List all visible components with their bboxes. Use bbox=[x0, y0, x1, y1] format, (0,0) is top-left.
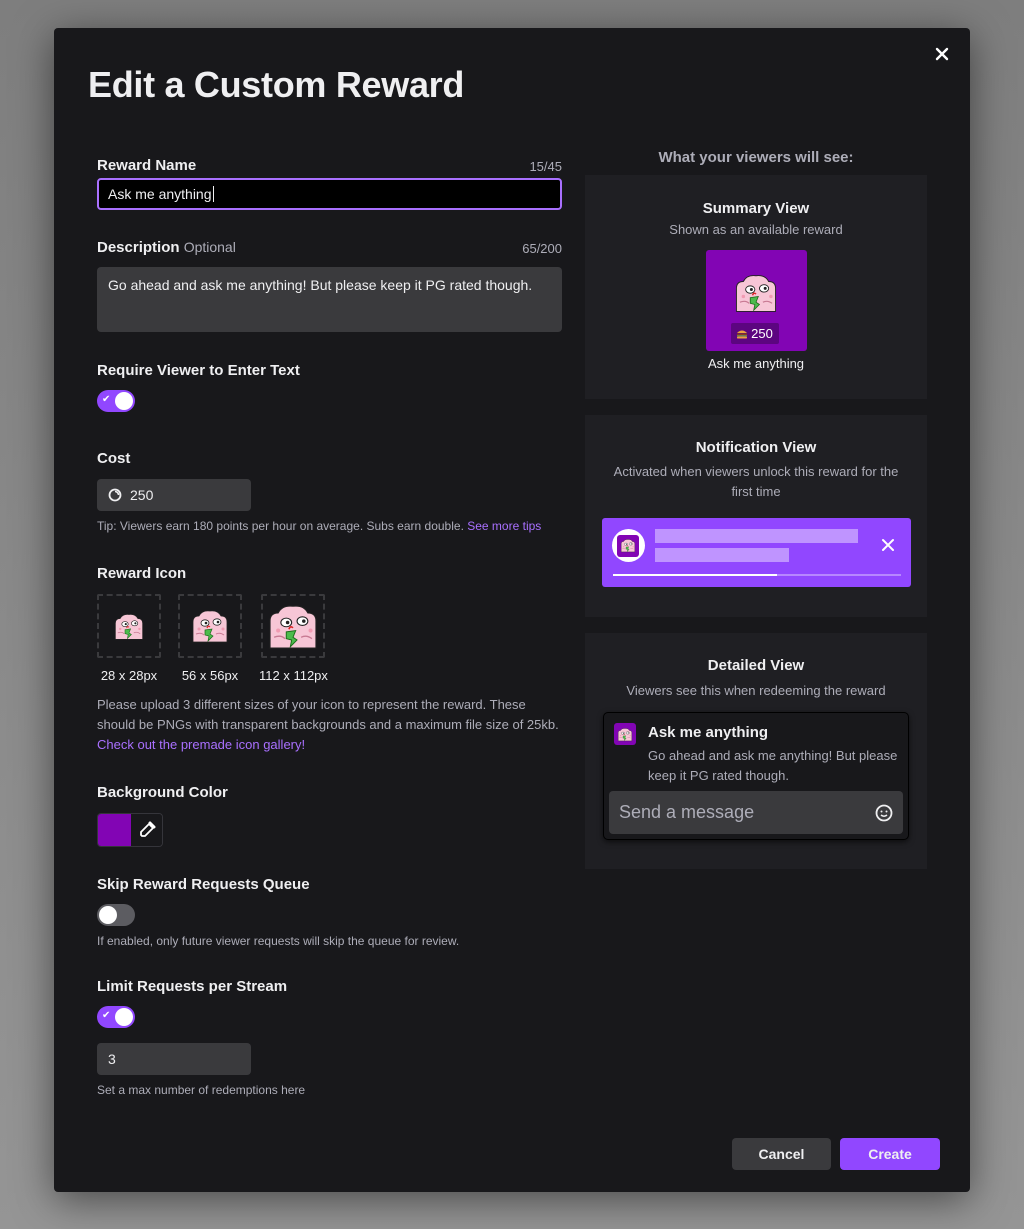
notification-banner bbox=[601, 518, 911, 587]
smiley-icon[interactable] bbox=[875, 804, 893, 822]
icon-gallery-link[interactable]: Check out the premade icon gallery! bbox=[97, 737, 305, 752]
notification-placeholder-line-2 bbox=[654, 548, 789, 562]
description-textarea[interactable]: Go ahead and ask me anything! But please… bbox=[97, 267, 562, 332]
summary-view-subtitle: Shown as an available reward bbox=[669, 222, 843, 237]
modal-title: Edit a Custom Reward bbox=[88, 64, 465, 105]
detailed-reward-description: Go ahead and ask me anything! But please… bbox=[648, 748, 898, 783]
summary-reward-card[interactable]: 250 bbox=[705, 250, 807, 351]
description-label: Description Optional bbox=[97, 239, 236, 256]
notification-reward-icon bbox=[617, 534, 639, 557]
description-counter: 65/200 bbox=[522, 241, 562, 256]
check-icon: ✔ bbox=[102, 394, 111, 405]
color-swatch[interactable] bbox=[98, 814, 131, 846]
cost-label: Cost bbox=[97, 450, 131, 467]
reward-emote-icon bbox=[190, 608, 230, 644]
cost-input[interactable]: 250 bbox=[97, 479, 251, 511]
reward-icon-uploads: 28 x 28px 56 x 56px 112 x 112px bbox=[97, 594, 562, 683]
require-text-toggle[interactable]: ✔ bbox=[97, 390, 135, 412]
cost-tip: Tip: Viewers earn 180 points per hour on… bbox=[97, 517, 562, 536]
close-icon[interactable] bbox=[881, 538, 895, 552]
toggle-knob bbox=[115, 392, 133, 410]
summary-view-title: Summary View bbox=[702, 200, 810, 217]
notification-placeholder-line-1 bbox=[654, 529, 858, 543]
detailed-reward-card: Ask me anything Go ahead and ask me anyt… bbox=[603, 712, 909, 840]
preview-heading: What your viewers will see: bbox=[658, 149, 854, 166]
send-message-input[interactable]: Send a message bbox=[609, 791, 903, 834]
icon-slot-28: 28 x 28px bbox=[97, 594, 161, 683]
check-icon: ✔ bbox=[102, 1010, 111, 1021]
icon-upload-28[interactable] bbox=[97, 594, 161, 658]
notification-view-title: Notification View bbox=[695, 439, 817, 456]
description-optional-label: Optional bbox=[183, 239, 236, 255]
detailed-reward-name: Ask me anything bbox=[648, 724, 769, 741]
notification-view-subtitle: Activated when viewers unlock this rewar… bbox=[613, 464, 899, 499]
skip-queue-label: Skip Reward Requests Queue bbox=[97, 876, 310, 893]
reward-form: Reward Name 15/45 Ask me anything Descri… bbox=[97, 146, 562, 1100]
reward-name-label: Reward Name bbox=[97, 157, 197, 174]
eyedropper-icon bbox=[139, 821, 155, 837]
skip-queue-toggle[interactable] bbox=[97, 904, 135, 926]
detailed-reward-icon bbox=[614, 723, 636, 745]
notification-avatar bbox=[611, 529, 645, 562]
reward-name-counter: 15/45 bbox=[529, 159, 562, 174]
send-message-placeholder: Send a message bbox=[619, 802, 755, 822]
summary-view-panel: Summary View Shown as an available rewar… bbox=[585, 175, 927, 399]
icon-upload-112[interactable] bbox=[261, 594, 326, 658]
create-button[interactable]: Create bbox=[840, 1138, 940, 1170]
icon-slot-112: 112 x 112px bbox=[259, 594, 328, 683]
close-icon bbox=[935, 47, 949, 61]
notification-progress-track bbox=[612, 574, 901, 576]
description-label-text: Description bbox=[97, 239, 180, 256]
background-color-picker[interactable] bbox=[97, 813, 163, 847]
edit-reward-modal: Edit a Custom Reward Reward Name 15/45 A… bbox=[54, 28, 970, 1192]
detailed-view-panel: Detailed View Viewers see this when rede… bbox=[585, 633, 927, 869]
reward-emote-icon bbox=[266, 602, 320, 651]
text-caret bbox=[212, 186, 214, 202]
limit-value: 3 bbox=[108, 1051, 116, 1067]
toggle-knob bbox=[99, 906, 117, 924]
cost-tip-text: Tip: Viewers earn 180 points per hour on… bbox=[97, 519, 464, 533]
eyedropper-button[interactable] bbox=[131, 814, 162, 846]
icon-size-label: 56 x 56px bbox=[181, 668, 239, 683]
channel-points-icon bbox=[108, 488, 122, 502]
viewer-preview: What your viewers will see: Summary View… bbox=[585, 146, 927, 869]
close-button[interactable] bbox=[930, 42, 954, 66]
icon-upload-56[interactable] bbox=[178, 594, 242, 658]
reward-icon-label: Reward Icon bbox=[97, 565, 187, 582]
skip-queue-hint: If enabled, only future viewer requests … bbox=[97, 934, 460, 948]
summary-reward-name: Ask me anything bbox=[707, 356, 805, 371]
reward-emote-icon bbox=[733, 272, 779, 314]
burger-icon bbox=[737, 330, 748, 338]
see-more-tips-link[interactable]: See more tips bbox=[467, 519, 541, 533]
reward-emote-icon bbox=[620, 538, 636, 553]
reward-icon-help-text: Please upload 3 different sizes of your … bbox=[97, 697, 559, 732]
icon-size-label: 28 x 28px bbox=[100, 668, 158, 683]
reward-name-input[interactable]: Ask me anything bbox=[97, 178, 562, 210]
background-color-label: Background Color bbox=[97, 784, 228, 801]
limit-per-stream-label: Limit Requests per Stream bbox=[97, 978, 288, 995]
reward-emote-icon bbox=[113, 612, 145, 641]
toggle-knob bbox=[115, 1008, 133, 1026]
reward-name-value: Ask me anything bbox=[108, 186, 212, 202]
reward-icon-help: Please upload 3 different sizes of your … bbox=[97, 695, 562, 755]
detailed-view-subtitle: Viewers see this when redeeming the rewa… bbox=[626, 683, 886, 698]
detailed-view-title: Detailed View bbox=[707, 657, 805, 674]
cost-value: 250 bbox=[130, 487, 154, 503]
limit-per-stream-input[interactable]: 3 bbox=[97, 1043, 251, 1075]
summary-cost-value: 250 bbox=[751, 326, 773, 341]
icon-slot-56: 56 x 56px bbox=[178, 594, 242, 683]
summary-cost-badge: 250 bbox=[730, 323, 779, 344]
limit-per-stream-hint: Set a max number of redemptions here bbox=[97, 1083, 306, 1097]
cancel-button[interactable]: Cancel bbox=[732, 1138, 831, 1170]
reward-emote-icon bbox=[617, 727, 633, 742]
icon-size-label: 112 x 112px bbox=[259, 668, 328, 683]
require-text-label: Require Viewer to Enter Text bbox=[97, 362, 300, 379]
limit-per-stream-toggle[interactable]: ✔ bbox=[97, 1006, 135, 1028]
notification-view-panel: Notification View Activated when viewers… bbox=[585, 415, 927, 617]
notification-progress-fill bbox=[612, 574, 777, 576]
